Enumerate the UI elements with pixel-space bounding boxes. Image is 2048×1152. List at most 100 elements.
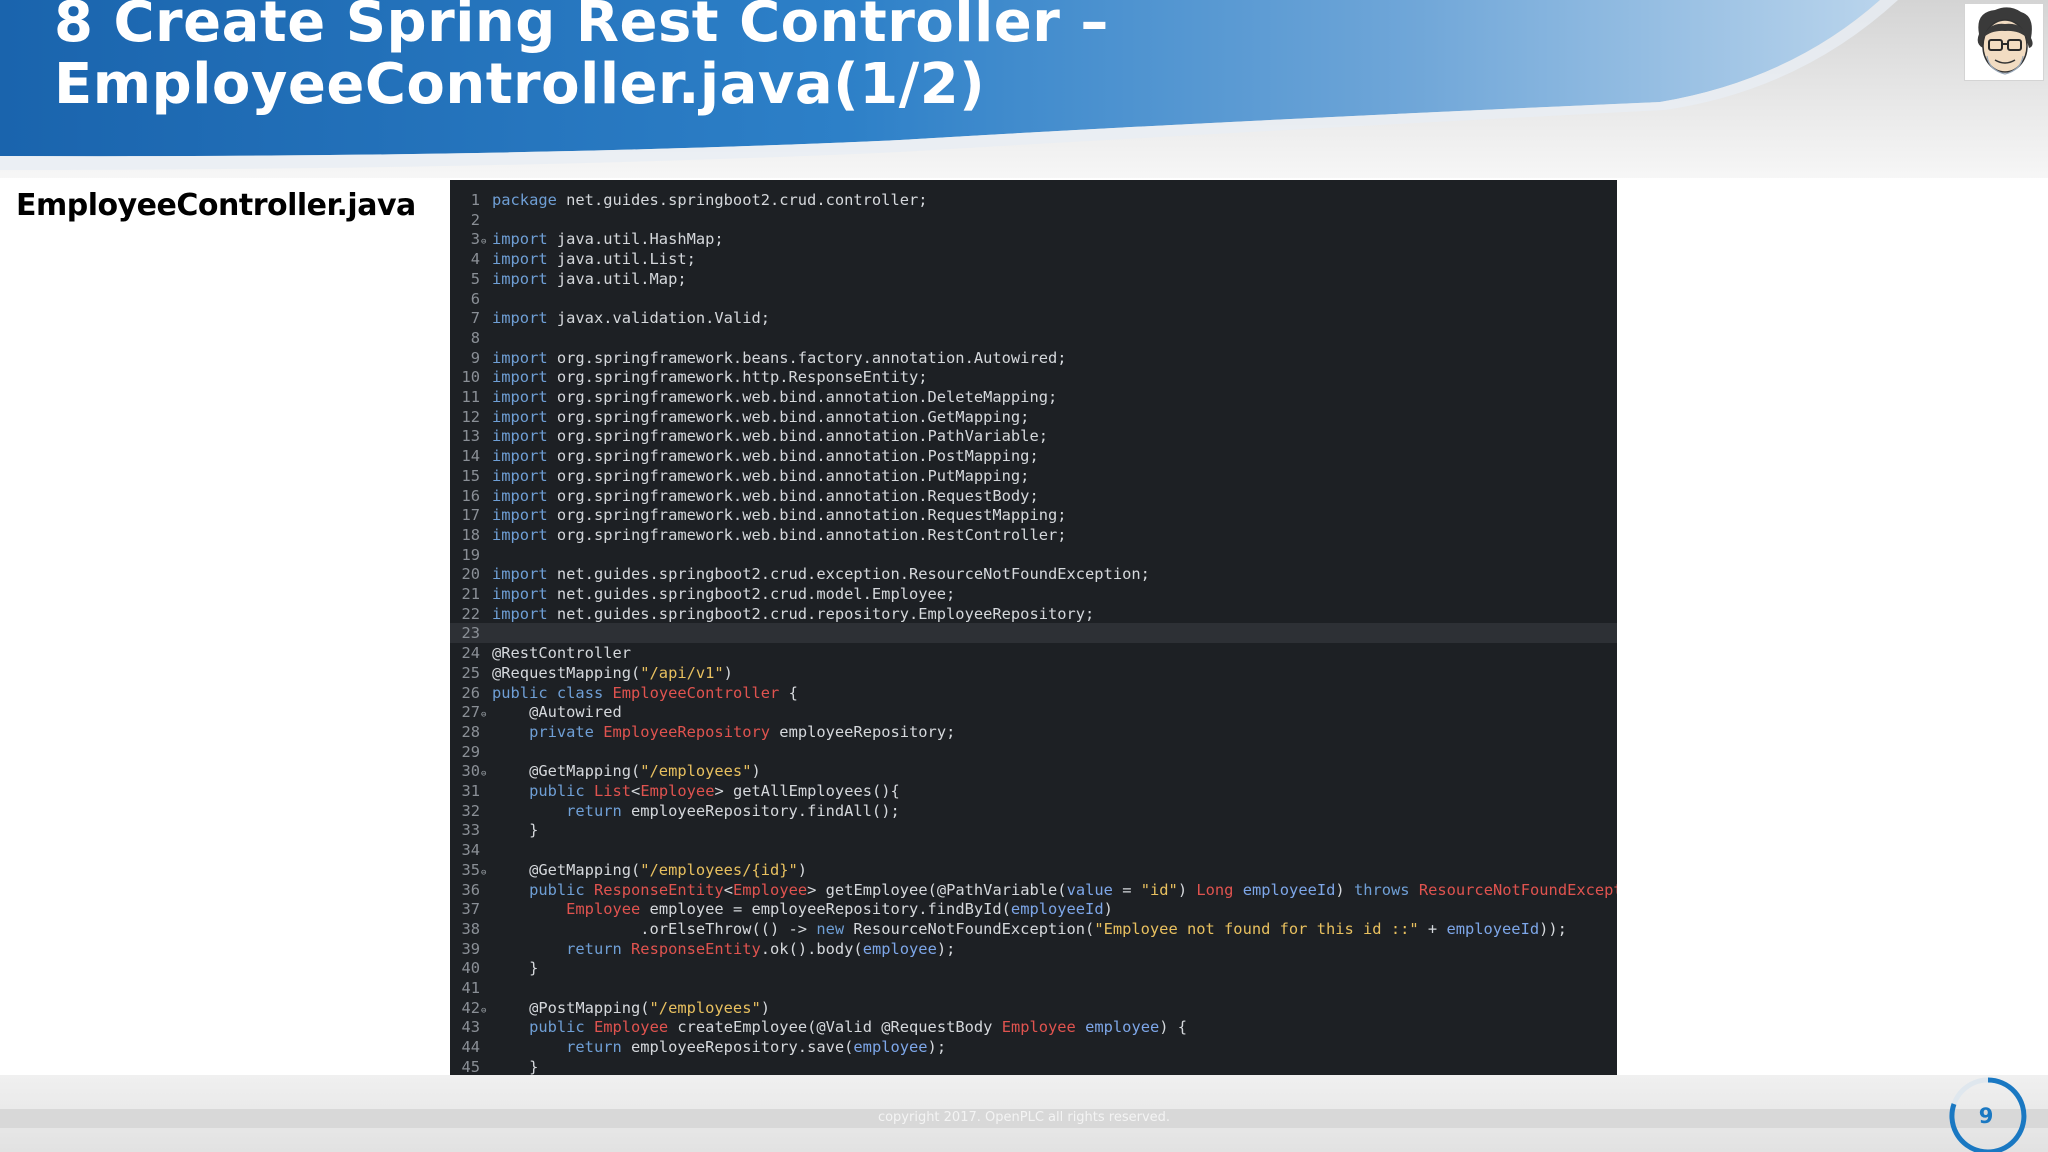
line-number: 33 xyxy=(461,821,480,840)
code-token: net.guides.springboot2.crud.model.Employ… xyxy=(547,585,956,603)
code-token: List xyxy=(593,782,632,800)
code-token: ResourceNotFoundException( xyxy=(844,919,1095,938)
line-number: 10 xyxy=(461,368,480,387)
code-token: @Autowired xyxy=(492,703,622,722)
code-line: 23 xyxy=(450,623,1617,644)
code-line: 10 import org.springframework.http.Respon… xyxy=(450,367,1617,387)
line-number: 9 xyxy=(470,348,480,367)
line-number: 27 xyxy=(461,703,480,722)
code-line: 18 import org.springframework.web.bind.an… xyxy=(450,525,1617,545)
code-text: import java.util.HashMap; xyxy=(492,229,724,249)
code-token: import xyxy=(492,309,548,328)
code-token: throws xyxy=(1353,880,1410,899)
code-text: import org.springframework.beans.factory… xyxy=(492,348,1067,368)
code-token: EmployeeRepository xyxy=(603,722,771,741)
code-line: 37 Employee employee = employeeRepositor… xyxy=(450,899,1617,919)
code-line: 6 xyxy=(450,289,1617,309)
code-text: import java.util.Map; xyxy=(492,269,687,289)
code-token: ) xyxy=(797,860,808,879)
line-number: 32 xyxy=(461,801,480,820)
line-number: 3 xyxy=(470,230,480,249)
line-number: 42 xyxy=(461,998,480,1017)
code-token: import xyxy=(492,525,548,544)
line-number: 2 xyxy=(470,210,480,229)
line-number: 28 xyxy=(461,722,480,741)
code-token: ); xyxy=(936,939,956,958)
code-token: employee xyxy=(1085,1018,1160,1037)
code-line: 25 @RequestMapping("/api/v1") xyxy=(450,663,1617,683)
code-line: 16 import org.springframework.web.bind.an… xyxy=(450,486,1617,506)
line-number: 12 xyxy=(461,407,480,426)
code-text: public Employee createEmployee(@Valid @R… xyxy=(492,1017,1187,1037)
code-token: ) xyxy=(1335,880,1354,899)
line-number: 4 xyxy=(470,250,480,269)
code-token: employeeRepository.save( xyxy=(621,1038,854,1057)
code-line: 39 return ResponseEntity.ok().body(emplo… xyxy=(450,939,1617,959)
code-line: 24 @RestController xyxy=(450,643,1617,663)
file-label: EmployeeController.java xyxy=(16,188,416,223)
code-token: "id" xyxy=(1140,880,1178,899)
line-number: 23 xyxy=(461,624,480,643)
code-text: return ResponseEntity.ok().body(employee… xyxy=(492,939,955,959)
code-token: public xyxy=(529,880,585,899)
code-token: > getEmployee(@PathVariable( xyxy=(807,880,1067,899)
code-token: EmployeeController xyxy=(612,683,780,702)
code-line: 13 import org.springframework.web.bind.an… xyxy=(450,426,1617,446)
code-line: 30 ⊖ @GetMapping("/employees") xyxy=(450,761,1617,781)
avatar xyxy=(1964,3,2044,81)
code-token: employee xyxy=(853,1038,928,1057)
code-token: return xyxy=(566,939,622,958)
code-line: 21 import net.guides.springboot2.crud.mod… xyxy=(450,584,1617,604)
code-token: ); xyxy=(927,1038,947,1057)
code-token: import xyxy=(492,250,548,269)
code-token: employeeId xyxy=(1242,880,1336,899)
code-token: .orElseThrow(() -> xyxy=(492,919,817,938)
code-text: import org.springframework.web.bind.anno… xyxy=(492,387,1057,407)
code-token: > getAllEmployees(){ xyxy=(714,782,900,800)
code-token: org.springframework.web.bind.annotation.… xyxy=(547,466,1030,485)
code-line: 7 import javax.validation.Valid; xyxy=(450,308,1617,328)
line-number: 7 xyxy=(470,309,480,328)
line-number: 44 xyxy=(461,1038,480,1057)
line-number: 41 xyxy=(461,979,480,997)
code-line: 2 xyxy=(450,210,1617,230)
line-number: 39 xyxy=(461,939,480,958)
code-token: ) xyxy=(751,762,761,781)
code-token: employee xyxy=(862,939,937,958)
code-token: ) xyxy=(1103,900,1113,919)
code-text: private EmployeeRepository employeeRepos… xyxy=(492,722,955,742)
line-number: 13 xyxy=(461,427,480,446)
copyright-text: copyright 2017. OpenPLC all rights reser… xyxy=(877,1110,1171,1125)
code-token: } xyxy=(492,1057,539,1075)
code-panel: 1 package net.guides.springboot2.crud.con… xyxy=(450,180,1617,1075)
code-token: "/employees" xyxy=(649,998,761,1017)
code-token: ResponseEntity xyxy=(593,880,724,899)
code-text: return employeeRepository.findAll(); xyxy=(492,801,900,821)
code-line: 34 xyxy=(450,840,1617,860)
line-number: 37 xyxy=(461,900,480,919)
code-token: import xyxy=(492,585,548,603)
code-text: import net.guides.springboot2.crud.excep… xyxy=(492,564,1150,584)
code-text: } xyxy=(492,958,538,978)
code-text: public List<Employee> getAllEmployees(){ xyxy=(492,781,900,801)
code-token: Employee xyxy=(566,900,641,919)
code-token: org.springframework.web.bind.annotation.… xyxy=(547,388,1058,406)
code-token: "/api/v1" xyxy=(640,663,724,682)
code-line: 29 xyxy=(450,742,1617,762)
code-token: new xyxy=(816,919,845,938)
code-token: import xyxy=(492,269,548,288)
code-token: org.springframework.web.bind.annotation.… xyxy=(547,486,1039,505)
code-text: import org.springframework.http.Response… xyxy=(492,367,928,387)
code-token: "Employee not found for this id ::" xyxy=(1094,919,1419,938)
code-token: @GetMapping( xyxy=(492,762,641,781)
code-text: Employee employee = employeeRepository.f… xyxy=(492,899,1113,919)
code-line: 20 import net.guides.springboot2.crud.exc… xyxy=(450,564,1617,584)
